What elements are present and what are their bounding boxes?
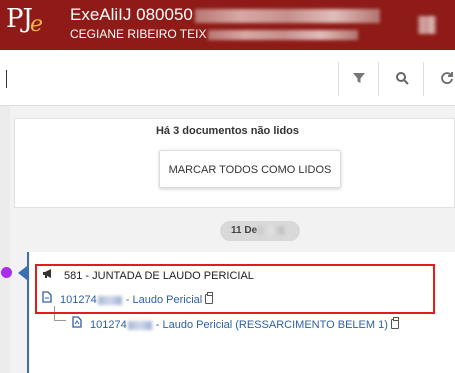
party-name: CEGIANE RIBEIRO TEIX [70,27,359,41]
timeline-dot [1,267,12,278]
date-label: 11 De [231,225,258,236]
search-input[interactable] [6,70,7,88]
redacted-block [258,225,285,235]
timeline-line [27,252,29,373]
logo-main-text: PJ [6,4,33,34]
redacted-block [127,320,152,330]
child-document-label: - Laudo Pericial (RESSARCIMENTO BELEM 1) [155,319,388,331]
header-menu-icon[interactable] [418,16,436,34]
process-title-text: ExeAliIJ 080050 [70,5,193,24]
process-title: ExeAliIJ 080050 [70,5,380,25]
pdf-icon [72,316,84,331]
toolbar-divider [378,62,379,96]
pje-logo[interactable]: PJ e [0,0,52,50]
unread-message: Há 3 documentos não lidos [155,125,300,137]
highlight-box [35,264,435,314]
redacted-block [208,29,359,40]
toolbar-divider [338,62,339,96]
logo-accent-text: e [30,12,44,37]
search-icon[interactable] [391,67,413,89]
refresh-icon[interactable] [436,67,455,89]
mark-all-read-button[interactable]: MARCAR TODOS COMO LIDOS [159,150,341,188]
clipboard-icon[interactable] [390,317,399,329]
filter-icon[interactable] [348,67,370,89]
app-header: PJ e ExeAliIJ 080050 CEGIANE RIBEIRO TEI… [0,0,455,50]
search-bar [0,50,455,106]
left-gutter [0,106,10,373]
child-document-id: 101274 [90,319,127,331]
redacted-block [194,8,380,23]
party-name-text: CEGIANE RIBEIRO TEIX [70,27,207,41]
child-document-link[interactable]: 101274 - Laudo Pericial (RESSARCIMENTO B… [72,316,399,331]
timeline-pointer [18,266,27,280]
toolbar-divider [423,62,424,96]
date-separator: 11 De [220,221,300,241]
